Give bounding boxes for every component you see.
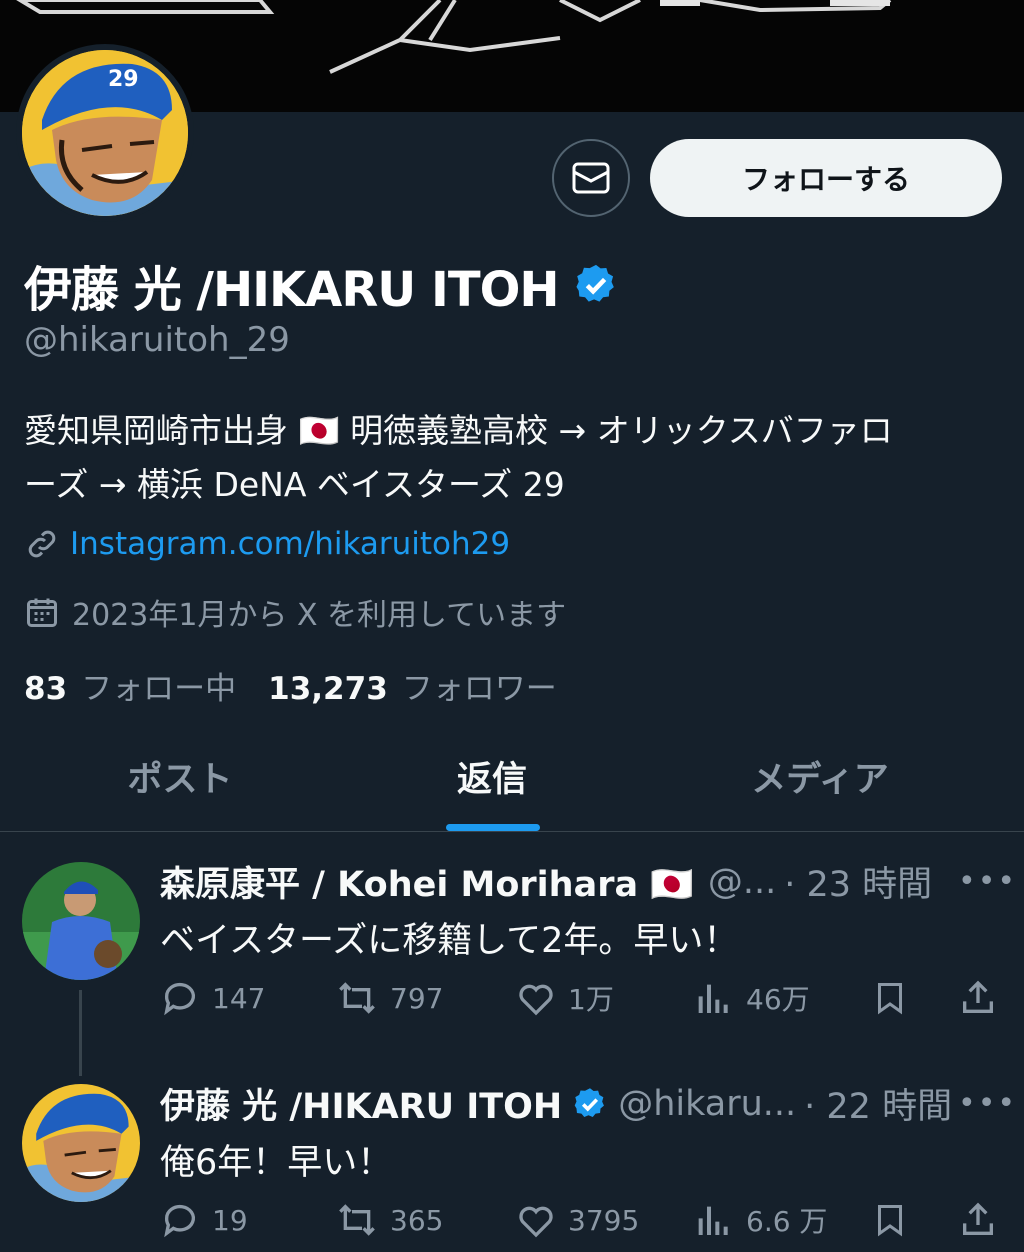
profile-link[interactable]: Instagram.com/hikaruitoh29 (24, 526, 510, 562)
message-button[interactable] (552, 139, 630, 217)
post-author-name[interactable]: 伊藤 光 /HIKARU ITOH (160, 1078, 562, 1129)
repost-count: 797 (390, 981, 444, 1015)
like-count: 3795 (568, 1203, 640, 1237)
like-count: 1万 (568, 983, 614, 1016)
views-button[interactable]: 46万 (694, 978, 810, 1018)
avatar-cap-number: 29 (108, 67, 139, 92)
profile-handle: @hikaruitoh_29 (24, 320, 290, 360)
more-icon[interactable]: ••• (958, 1086, 1017, 1121)
profile-avatar[interactable]: 29 (16, 44, 194, 222)
reply-icon (164, 982, 195, 1016)
active-tab-indicator (446, 824, 540, 831)
views-icon (698, 1206, 728, 1235)
post-actions: 147 797 1万 46万 (0, 978, 1024, 1026)
profile-name: 伊藤 光 /HIKARU ITOH (24, 262, 560, 318)
tab-media[interactable]: メディア (680, 720, 960, 832)
post-author-avatar[interactable] (22, 862, 140, 980)
calendar-icon (27, 598, 57, 627)
view-count: 46万 (746, 983, 810, 1016)
following-count[interactable]: 83 (24, 671, 67, 707)
share-button[interactable] (958, 1200, 998, 1240)
repost-button[interactable]: 797 (336, 978, 443, 1018)
post-author-avatar[interactable] (22, 1084, 140, 1202)
repost-count: 365 (390, 1203, 444, 1237)
bio-line: 愛知県岡崎市出身 🇯🇵 明徳義塾高校 → オリックスバファロ (24, 411, 893, 450)
reply-count: 147 (212, 981, 266, 1015)
mail-icon (572, 162, 610, 194)
verified-badge-icon[interactable] (572, 1086, 608, 1122)
followers-count[interactable]: 13,273 (268, 671, 388, 707)
profile-stats: 83 フォロー中 13,273 フォロワー (24, 663, 557, 708)
bookmark-button[interactable] (872, 978, 908, 1018)
avatar-illustration: 29 (22, 50, 188, 216)
avatar-photo (22, 862, 140, 980)
post-header: 森原康平 / Kohei Morihara 🇯🇵 @... · 23 時間 (160, 856, 932, 907)
reply-count: 19 (212, 1203, 248, 1237)
profile-joined: 2023年1月から X を利用しています (24, 590, 566, 634)
share-icon (963, 1202, 993, 1235)
repost-button[interactable]: 365 (336, 1200, 443, 1240)
reply-button[interactable]: 19 (160, 1200, 248, 1240)
following-label[interactable]: フォロー中 (81, 663, 236, 708)
post-timestamp[interactable]: · 22 時間 (804, 1078, 952, 1129)
verified-badge-icon[interactable] (573, 262, 619, 308)
profile-tabs: ポスト 返信 メディア (0, 720, 1024, 832)
joined-text: 2023年1月から X を利用しています (72, 598, 567, 633)
repost-icon (339, 982, 375, 1014)
reply-button[interactable]: 147 (160, 978, 265, 1018)
view-count: 6.6 万 (746, 1205, 828, 1238)
profile-link-text[interactable]: Instagram.com/hikaruitoh29 (70, 526, 510, 562)
post-author-handle[interactable]: @hikaru... (618, 1084, 796, 1124)
bookmark-button[interactable] (872, 1200, 908, 1240)
post-header: 伊藤 光 /HIKARU ITOH @hikaru... · 22 時間 (160, 1078, 952, 1129)
reply-icon (164, 1204, 195, 1238)
avatar-illustration (22, 1084, 140, 1202)
views-button[interactable]: 6.6 万 (694, 1200, 827, 1240)
follow-button[interactable]: フォローする (650, 139, 1002, 217)
profile-bio: 愛知県岡崎市出身 🇯🇵 明徳義塾高校 → オリックスバファロ ーズ → 横浜 D… (24, 404, 1004, 512)
post-timestamp[interactable]: · 23 時間 (784, 856, 932, 907)
views-icon (698, 984, 728, 1013)
link-icon (28, 530, 56, 558)
post-text: 俺6年！早い！ (160, 1143, 393, 1183)
repost-icon (339, 1204, 375, 1236)
share-button[interactable] (958, 978, 998, 1018)
bio-line: ーズ → 横浜 DeNA ベイスターズ 29 (24, 465, 565, 504)
post-actions: 19 365 3795 6.6 万 (0, 1200, 1024, 1248)
followers-label[interactable]: フォロワー (402, 663, 557, 708)
tab-replies[interactable]: 返信 (352, 720, 632, 832)
bookmark-icon (878, 1205, 902, 1237)
post-text: ベイスターズに移籍して2年。早い！ (160, 921, 739, 961)
bookmark-icon (878, 983, 902, 1015)
thread-connector (79, 990, 82, 1076)
post-author-name[interactable]: 森原康平 / Kohei Morihara 🇯🇵 (160, 856, 694, 907)
tab-posts[interactable]: ポスト (40, 720, 320, 832)
like-button[interactable]: 1万 (516, 978, 614, 1018)
share-icon (963, 980, 993, 1013)
profile-name-row: 伊藤 光 /HIKARU ITOH (24, 250, 619, 320)
like-icon (519, 984, 553, 1016)
post-author-handle[interactable]: @... (708, 862, 776, 902)
like-button[interactable]: 3795 (516, 1200, 639, 1240)
more-icon[interactable]: ••• (958, 864, 1017, 899)
like-icon (519, 1206, 553, 1238)
